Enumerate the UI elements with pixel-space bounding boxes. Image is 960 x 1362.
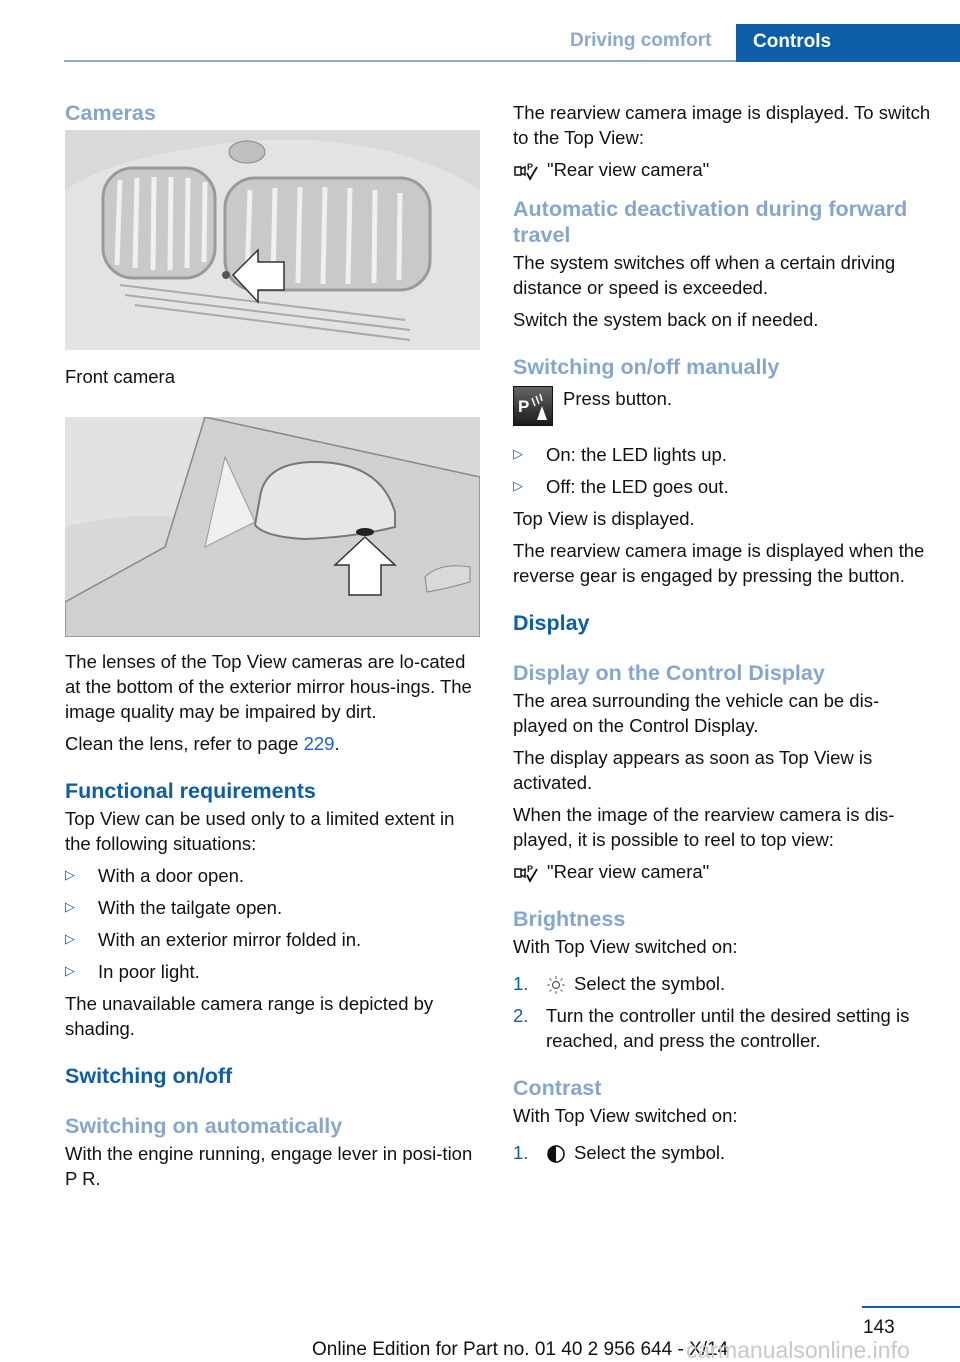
page-reference-link[interactable]: 229 — [304, 733, 335, 754]
list-item: ▷ With a door open. — [65, 865, 245, 886]
display-appears-text: The display appears as soon as Top View … — [513, 747, 873, 793]
svg-text:P: P — [527, 162, 533, 172]
reel-topview-text: When the image of the rearview camera is… — [513, 804, 895, 850]
mirror-camera-figure — [65, 417, 480, 637]
press-button-row: P Press button. — [513, 386, 933, 426]
area-surrounding-text: The area surrounding the vehicle can be … — [513, 690, 880, 736]
manual-switching-heading: Switching on/off manually — [513, 355, 780, 379]
page-number: 143 — [863, 1317, 895, 1338]
svg-text:P: P — [518, 397, 529, 416]
front-camera-caption: Front camera — [65, 366, 176, 387]
list-item: 2. Turn the controller until the desired… — [513, 1005, 910, 1051]
list-item: ▷ In poor light. — [65, 961, 200, 982]
reverse-gear-text: The rearview camera image is displayed w… — [513, 540, 925, 586]
triangle-bullet-icon: ▷ — [513, 478, 523, 493]
side-mirror-illustration — [65, 417, 480, 637]
list-item: 1. Select the symbol. — [513, 1142, 726, 1163]
menu-path-rear-camera-2: P "Rear view camera" — [513, 859, 933, 884]
brightness-intro: With Top View switched on: — [513, 936, 738, 957]
contrast-intro: With Top View switched on: — [513, 1105, 738, 1126]
led-list: ▷ On: the LED lights up. ▷ Off: the LED go… — [513, 442, 933, 499]
functional-list: ▷ With a door open. ▷ With the tailgate op… — [65, 863, 485, 984]
footer-rule — [862, 1306, 960, 1308]
triangle-bullet-icon: ▷ — [513, 446, 523, 461]
brightness-steps: 1. Select the symbol. 2. Turn the contro… — [513, 971, 933, 1053]
list-item: ▷ With the tailgate open. — [65, 897, 283, 918]
logo-icon — [228, 140, 266, 164]
list-item: ▷ On: the LED lights up. — [513, 444, 727, 465]
functional-requirements-heading: Functional requirements — [65, 779, 316, 803]
switching-heading: Switching on/off — [65, 1064, 233, 1088]
brightness-sun-icon — [547, 976, 565, 995]
control-display-heading: Display on the Control Display — [513, 661, 825, 685]
functional-intro: Top View can be used only to a limited e… — [65, 808, 455, 854]
lenses-text: The lenses of the Top View cameras are l… — [65, 651, 472, 722]
contrast-half-circle-icon — [547, 1145, 565, 1163]
left-column: Cameras Front camera The lenses of the T… — [65, 100, 485, 1198]
list-item: 1. Select the symbol. — [513, 973, 726, 995]
menu-path-rear-camera: P "Rear view camera" — [513, 157, 933, 182]
park-assist-button-icon: P — [513, 386, 553, 426]
brightness-heading: Brightness — [513, 907, 626, 931]
front-camera-figure — [65, 130, 480, 350]
edition-text: Online Edition for Part no. 01 40 2 956 … — [312, 1339, 729, 1360]
header-section-title: Driving comfort — [570, 30, 712, 51]
contrast-steps: 1. Select the symbol. — [513, 1140, 933, 1165]
switching-auto-text: With the engine running, engage lever in… — [65, 1143, 473, 1189]
svg-text:P: P — [527, 864, 533, 874]
watermark: carmanualsonline.info — [686, 1337, 910, 1362]
auto-deactivation-text: The system switches off when a certain d… — [513, 252, 896, 298]
auto-deactivation-heading: Automatic deactivation during forward tr… — [513, 197, 908, 247]
clean-lens-text: Clean the lens, refer to page 229. — [65, 733, 340, 754]
display-heading: Display — [513, 611, 590, 635]
rearview-text: The rearview camera image is displayed. … — [513, 102, 931, 148]
triangle-bullet-icon: ▷ — [65, 899, 75, 914]
triangle-bullet-icon: ▷ — [65, 931, 75, 946]
cameras-heading: Cameras — [65, 101, 156, 125]
list-item: ▷ With an exterior mirror folded in. — [65, 929, 362, 950]
topview-displayed-text: Top View is displayed. — [513, 508, 695, 529]
front-grille-illustration — [65, 130, 480, 350]
contrast-heading: Contrast — [513, 1076, 602, 1100]
triangle-bullet-icon: ▷ — [65, 867, 75, 882]
header-chapter-tab: Controls — [736, 24, 960, 62]
list-item: ▷ Off: the LED goes out. — [513, 476, 729, 497]
press-button-text: Press button. — [563, 388, 673, 409]
unavailable-range-text: The unavailable camera range is depicted… — [65, 993, 434, 1039]
camera-lens-dot — [222, 271, 230, 279]
rear-camera-menu-icon: P — [514, 162, 538, 181]
switch-back-text: Switch the system back on if needed. — [513, 309, 819, 330]
triangle-bullet-icon: ▷ — [65, 963, 75, 978]
camera-lens-dot — [356, 528, 374, 536]
right-column: The rearview camera image is displayed. … — [513, 100, 933, 1172]
rear-camera-menu-icon: P — [514, 864, 538, 883]
switching-auto-heading: Switching on automatically — [65, 1114, 343, 1138]
